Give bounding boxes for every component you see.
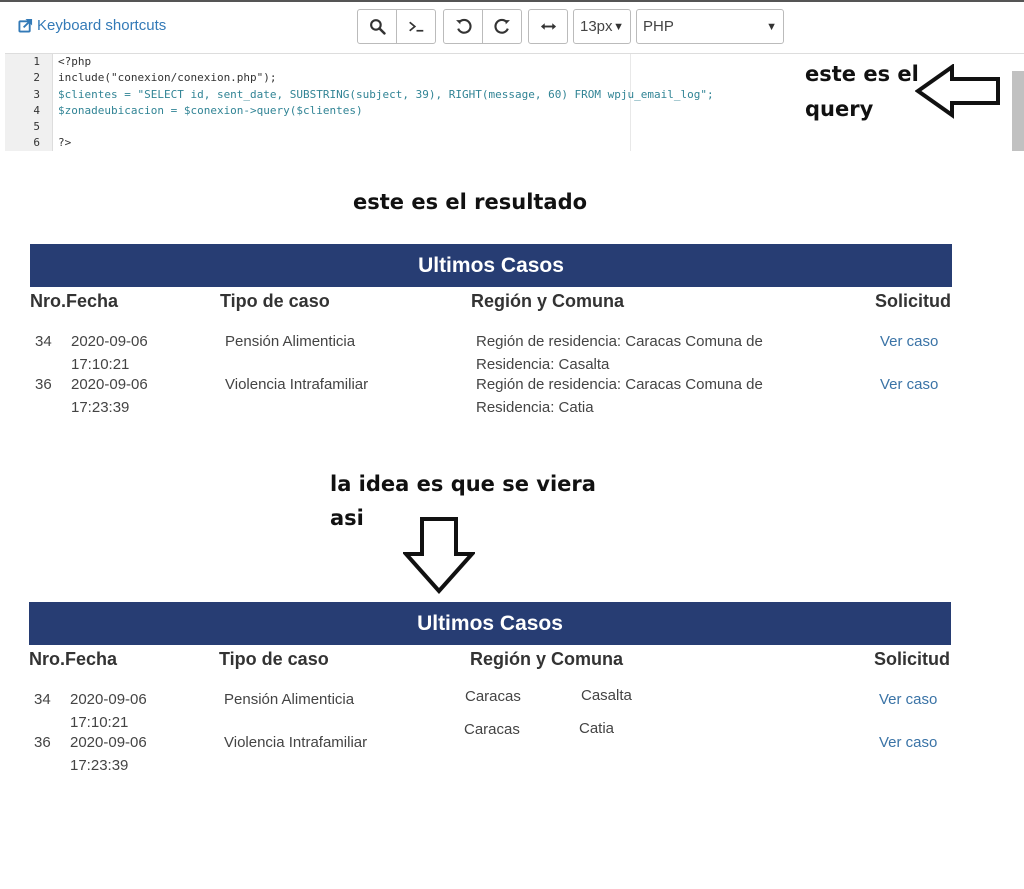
cell-tipo: Pensión Alimenticia (225, 333, 356, 350)
header-tipo: Tipo de caso (220, 291, 330, 311)
code-line: ?> (58, 136, 72, 150)
actual-cases-table: Ultimos Casos Nro. Fecha Tipo de caso Re… (30, 244, 952, 416)
chevron-down-icon: ▼ (613, 20, 624, 33)
language-select[interactable]: PHP ▼ (636, 9, 784, 44)
search-button[interactable] (357, 9, 397, 44)
line-number: 1 (33, 55, 40, 68)
expected-cases-table: Ultimos Casos Nro. Fecha Tipo de caso Re… (29, 602, 951, 774)
goto-line-button[interactable] (396, 9, 436, 44)
cell-fecha-date: 2020-09-06 (70, 691, 147, 708)
table-row: 36 2020-09-06 17:23:39 Violencia Intrafa… (29, 720, 951, 774)
language-value: PHP (643, 18, 674, 35)
cell-region-line1: Región de residencia: Caracas Comuna de (476, 376, 763, 393)
ver-caso-link[interactable]: Ver caso (879, 688, 937, 711)
arrow-down-icon (403, 517, 475, 594)
code-editor[interactable]: 1 2 3 4 5 6 <?php include("conexion/cone… (5, 53, 1024, 151)
line-number: 6 (33, 136, 40, 150)
result-caption: este es el resultado (353, 190, 588, 214)
cell-tipo: Pensión Alimenticia (224, 691, 355, 708)
cell-fecha-time: 17:23:39 (70, 757, 129, 774)
header-solicitud: Solicitud (874, 649, 950, 669)
table-header-row: Nro. Fecha Tipo de caso Región y Comuna … (30, 287, 952, 317)
cell-nro: 34 (35, 333, 52, 350)
line-number: 3 (33, 87, 40, 101)
undo-button[interactable] (443, 9, 483, 44)
cell-region-line1: Región de residencia: Caracas Comuna de (476, 333, 763, 350)
font-size-value: 13px (580, 18, 613, 35)
header-tipo: Tipo de caso (219, 649, 329, 669)
code-line: <?php (58, 55, 92, 68)
undo-icon (455, 18, 471, 34)
cell-nro: 36 (35, 376, 52, 393)
line-number: 2 (33, 71, 40, 85)
search-icon (369, 19, 386, 35)
redo-icon (494, 18, 510, 34)
header-fecha: Fecha (65, 649, 118, 669)
header-region: Región y Comuna (470, 649, 624, 669)
ver-caso-link[interactable]: Ver caso (880, 330, 938, 353)
header-nro: Nro. (30, 291, 66, 311)
arrow-left-icon (915, 64, 1000, 119)
cell-tipo: Violencia Intrafamiliar (225, 376, 369, 393)
search-tools-group (357, 9, 436, 44)
wrap-icon (540, 23, 556, 30)
cell-comuna: Casalta (581, 687, 632, 704)
cell-fecha-date: 2020-09-06 (71, 376, 148, 393)
cell-nro: 34 (34, 691, 51, 708)
external-link-icon (18, 18, 33, 33)
ver-caso-link[interactable]: Ver caso (880, 373, 938, 396)
table-title: Ultimos Casos (29, 602, 951, 645)
idea-caption-line1: la idea es que se viera (330, 472, 596, 496)
code-line: $zonadeubicacion = $conexion->query($cli… (58, 103, 363, 117)
header-region: Región y Comuna (471, 291, 625, 311)
query-annotation: este es el query (805, 62, 919, 121)
cell-fecha-time: 17:23:39 (71, 399, 130, 416)
table-row: 34 2020-09-06 17:10:21 Pensión Alimentic… (30, 330, 952, 373)
terminal-icon (408, 21, 423, 32)
table-title: Ultimos Casos (30, 244, 952, 287)
chevron-down-icon: ▼ (766, 20, 777, 33)
line-number: 5 (33, 120, 40, 134)
cell-nro: 36 (34, 734, 51, 751)
cell-comuna: Catia (579, 720, 615, 737)
keyboard-shortcuts-link[interactable]: Keyboard shortcuts (18, 17, 166, 34)
top-border (0, 0, 1024, 2)
header-solicitud: Solicitud (875, 291, 951, 311)
font-size-select[interactable]: 13px ▼ (573, 9, 631, 44)
history-group (443, 9, 522, 44)
table-row: 36 2020-09-06 17:23:39 Violencia Intrafa… (30, 373, 952, 416)
wrap-group (528, 9, 568, 44)
line-number: 4 (33, 103, 40, 117)
redo-button[interactable] (482, 9, 522, 44)
keyboard-shortcuts-label: Keyboard shortcuts (37, 17, 167, 34)
wrap-toggle-button[interactable] (528, 9, 568, 44)
line-number-gutter: 1 2 3 4 5 6 (5, 54, 53, 151)
cell-fecha-date: 2020-09-06 (71, 333, 148, 350)
code-line: include("conexion/conexion.php"); (58, 71, 277, 85)
cell-region: Caracas (464, 721, 520, 738)
editor-scrollbar[interactable] (1012, 71, 1024, 151)
header-fecha: Fecha (66, 291, 119, 311)
cell-fecha-date: 2020-09-06 (70, 734, 147, 751)
ver-caso-link[interactable]: Ver caso (879, 731, 937, 754)
code-line: $clientes = "SELECT id, sent_date, SUBST… (58, 87, 714, 101)
cell-tipo: Violencia Intrafamiliar (224, 734, 368, 751)
header-nro: Nro. (29, 649, 65, 669)
cell-region-line2: Residencia: Catia (476, 399, 594, 416)
code-content[interactable]: <?php include("conexion/conexion.php"); … (58, 54, 714, 151)
cell-region: Caracas (465, 688, 521, 705)
table-header-row: Nro. Fecha Tipo de caso Región y Comuna … (29, 645, 951, 675)
